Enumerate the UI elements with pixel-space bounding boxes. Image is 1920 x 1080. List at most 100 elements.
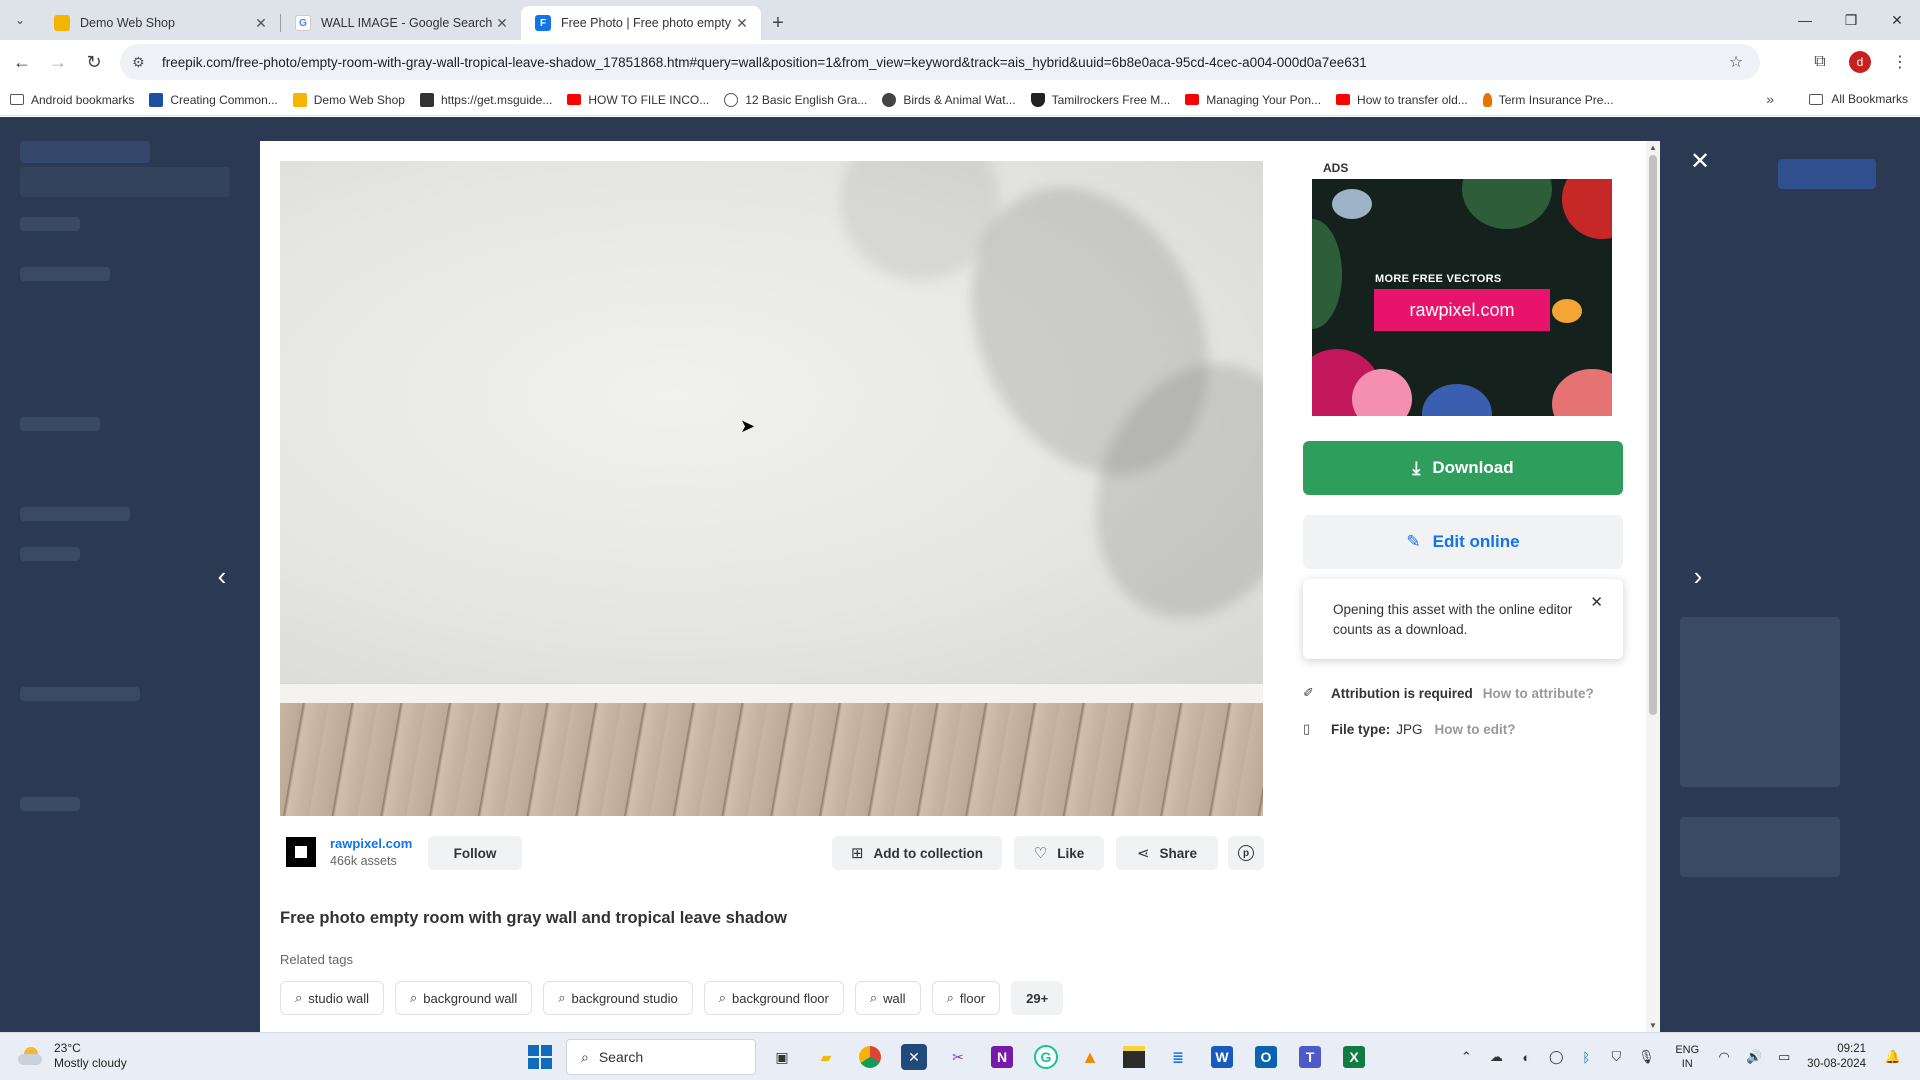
modal-scrollbar[interactable]: ▲ ▼ — [1646, 141, 1660, 1032]
capcut-icon[interactable]: ✕ — [901, 1044, 927, 1070]
bookmark-item[interactable]: Demo Web Shop — [292, 92, 405, 107]
outlook-icon[interactable]: O — [1248, 1039, 1284, 1075]
tag-chip[interactable]: ⌕ studio wall — [280, 981, 384, 1015]
address-bar[interactable]: ⚙ freepik.com/free-photo/empty-room-with… — [120, 44, 1760, 80]
bookmark-item[interactable]: Android bookmarks — [10, 93, 134, 107]
scroll-up-icon[interactable]: ▲ — [1646, 143, 1660, 152]
tag-chip[interactable]: ⌕ background wall — [394, 981, 533, 1015]
chrome-icon[interactable] — [852, 1039, 888, 1075]
bookmark-item[interactable]: https://get.msguide... — [419, 92, 552, 107]
profile-avatar[interactable]: d — [1849, 51, 1871, 73]
tag-chip[interactable]: ⌕ background studio — [543, 981, 693, 1015]
volume-icon[interactable]: 🔊 — [1741, 1049, 1767, 1065]
more-tags-button[interactable]: 29+ — [1011, 981, 1064, 1015]
download-button[interactable]: ⤓ Download — [1303, 441, 1623, 495]
scroll-down-icon[interactable]: ▼ — [1646, 1021, 1660, 1030]
onenote-icon[interactable]: N — [984, 1039, 1020, 1075]
notification-bell-icon[interactable]: 🔔 — [1880, 1049, 1906, 1065]
tab-close-icon[interactable]: ✕ — [733, 15, 751, 32]
site-info-icon[interactable]: ⚙ — [132, 54, 152, 71]
chevron-up-icon[interactable]: ⌃ — [1453, 1049, 1479, 1065]
all-bookmarks-button[interactable]: All Bookmarks — [1809, 92, 1908, 106]
start-button[interactable] — [522, 1039, 558, 1075]
bookmark-star-icon[interactable]: ☆ — [1724, 52, 1748, 72]
ad-cta-button[interactable]: rawpixel.com — [1374, 289, 1550, 331]
back-arrow-icon[interactable]: ← — [4, 44, 40, 80]
like-button[interactable]: ♡ Like — [1014, 836, 1104, 870]
weather-description: Mostly cloudy — [54, 1056, 127, 1070]
weather-widget[interactable]: 23°C Mostly cloudy — [18, 1041, 127, 1070]
close-window-icon[interactable]: ✕ — [1874, 0, 1920, 40]
menu-kebab-icon[interactable]: ⋮ — [1880, 44, 1920, 80]
tab-search-button[interactable]: ⌄ — [0, 0, 40, 40]
next-arrow-icon[interactable]: › — [1683, 561, 1713, 591]
grammarly-icon[interactable]: G — [1028, 1039, 1064, 1075]
tab-demo-web-shop[interactable]: Demo Web Shop ✕ — [40, 6, 280, 40]
scrollbar-thumb[interactable] — [1649, 155, 1657, 715]
task-view-icon[interactable]: ▣ — [764, 1039, 800, 1075]
bookmark-item[interactable]: Managing Your Pon... — [1185, 93, 1321, 107]
tab-close-icon[interactable]: ✕ — [493, 15, 511, 32]
flower-decoration — [1562, 179, 1612, 239]
bookmark-item[interactable]: Tamilrockers Free M... — [1030, 92, 1170, 107]
restore-icon[interactable]: ❐ — [1828, 0, 1874, 40]
minimize-icon[interactable]: — — [1782, 0, 1828, 40]
notepad-icon[interactable]: ≣ — [1160, 1039, 1196, 1075]
heart-icon: ♡ — [1033, 845, 1048, 862]
security-icon[interactable]: ◐ — [1513, 1050, 1539, 1065]
share-button[interactable]: ⋖ Share — [1116, 836, 1218, 870]
file-explorer-icon[interactable]: ▰ — [808, 1039, 844, 1075]
tag-chip[interactable]: ⌕ background floor — [703, 981, 844, 1015]
onedrive-cloud-icon[interactable]: ☁ — [1483, 1049, 1509, 1065]
tag-chip[interactable]: ⌕ floor — [931, 981, 1001, 1015]
brush-icon: ✎ — [1406, 532, 1421, 551]
add-to-collection-button[interactable]: ⊞ Add to collection — [832, 836, 1002, 870]
url-text[interactable]: freepik.com/free-photo/empty-room-with-g… — [162, 55, 1724, 70]
new-tab-button[interactable]: + — [761, 6, 795, 40]
close-modal-icon[interactable]: ✕ — [1688, 148, 1712, 175]
battery-icon[interactable]: ▭ — [1771, 1049, 1797, 1065]
snipping-tool-icon[interactable]: ✂ — [940, 1039, 976, 1075]
bluetooth-icon[interactable]: ᛒ — [1573, 1050, 1599, 1065]
defender-shield-icon[interactable]: ⛉ — [1603, 1049, 1629, 1065]
folder-icon — [10, 94, 24, 105]
advertisement-banner[interactable]: MORE FREE VECTORS rawpixel.com — [1312, 179, 1612, 416]
author-name-link[interactable]: rawpixel.com — [330, 836, 412, 851]
tag-chip[interactable]: ⌕ wall — [854, 981, 921, 1015]
sticky-notes-icon[interactable] — [1116, 1039, 1152, 1075]
bookmark-item[interactable]: Term Insurance Pre... — [1482, 92, 1613, 107]
page-backdrop[interactable]: ✕ ‹ › ➤ rawpixel.com 466k assets Follow … — [0, 117, 1920, 1032]
google-favicon-icon: G — [295, 15, 311, 31]
reload-icon[interactable]: ↻ — [76, 44, 112, 80]
bookmark-item[interactable]: Creating Common... — [149, 92, 278, 107]
tab-google-search[interactable]: G WALL IMAGE - Google Search ✕ — [281, 6, 521, 40]
edit-online-button[interactable]: ✎ Edit online — [1303, 515, 1623, 569]
author-logo[interactable] — [286, 837, 316, 867]
how-to-edit-link[interactable]: How to edit? — [1435, 722, 1516, 737]
follow-button[interactable]: Follow — [428, 836, 522, 870]
tab-close-icon[interactable]: ✕ — [252, 15, 270, 32]
pinterest-button[interactable]: p — [1228, 836, 1264, 870]
wifi-icon[interactable]: ◠ — [1711, 1049, 1737, 1065]
input-language[interactable]: ENG IN — [1675, 1043, 1699, 1071]
preview-photo[interactable]: ➤ — [280, 161, 1263, 816]
previous-arrow-icon[interactable]: ‹ — [207, 561, 237, 591]
bookmarks-overflow-button[interactable]: » — [1766, 91, 1774, 107]
bookmark-item[interactable]: 12 Basic English Gra... — [724, 92, 867, 107]
tooltip-close-icon[interactable]: ✕ — [1590, 593, 1603, 613]
microphone-icon[interactable]: 🎙 — [1633, 1049, 1659, 1065]
bookmark-item[interactable]: HOW TO FILE INCO... — [567, 93, 709, 107]
extensions-puzzle-icon[interactable]: ⧉ — [1800, 44, 1840, 80]
bookmark-item[interactable]: How to transfer old... — [1336, 93, 1468, 107]
taskbar-search[interactable]: ⌕ Search — [566, 1039, 756, 1075]
forward-arrow-icon[interactable]: → — [40, 44, 76, 80]
network-globe-icon[interactable]: ◯ — [1543, 1049, 1569, 1065]
how-to-attribute-link[interactable]: How to attribute? — [1483, 686, 1594, 701]
tab-freepik[interactable]: F Free Photo | Free photo empty ✕ — [521, 6, 761, 40]
teams-icon[interactable]: T — [1292, 1039, 1328, 1075]
system-clock[interactable]: 09:21 30-08-2024 — [1807, 1042, 1866, 1072]
vlc-icon[interactable]: ▲ — [1072, 1039, 1108, 1075]
word-icon[interactable]: W — [1204, 1039, 1240, 1075]
bookmark-item[interactable]: Birds & Animal Wat... — [882, 92, 1016, 107]
excel-icon[interactable]: X — [1336, 1039, 1372, 1075]
